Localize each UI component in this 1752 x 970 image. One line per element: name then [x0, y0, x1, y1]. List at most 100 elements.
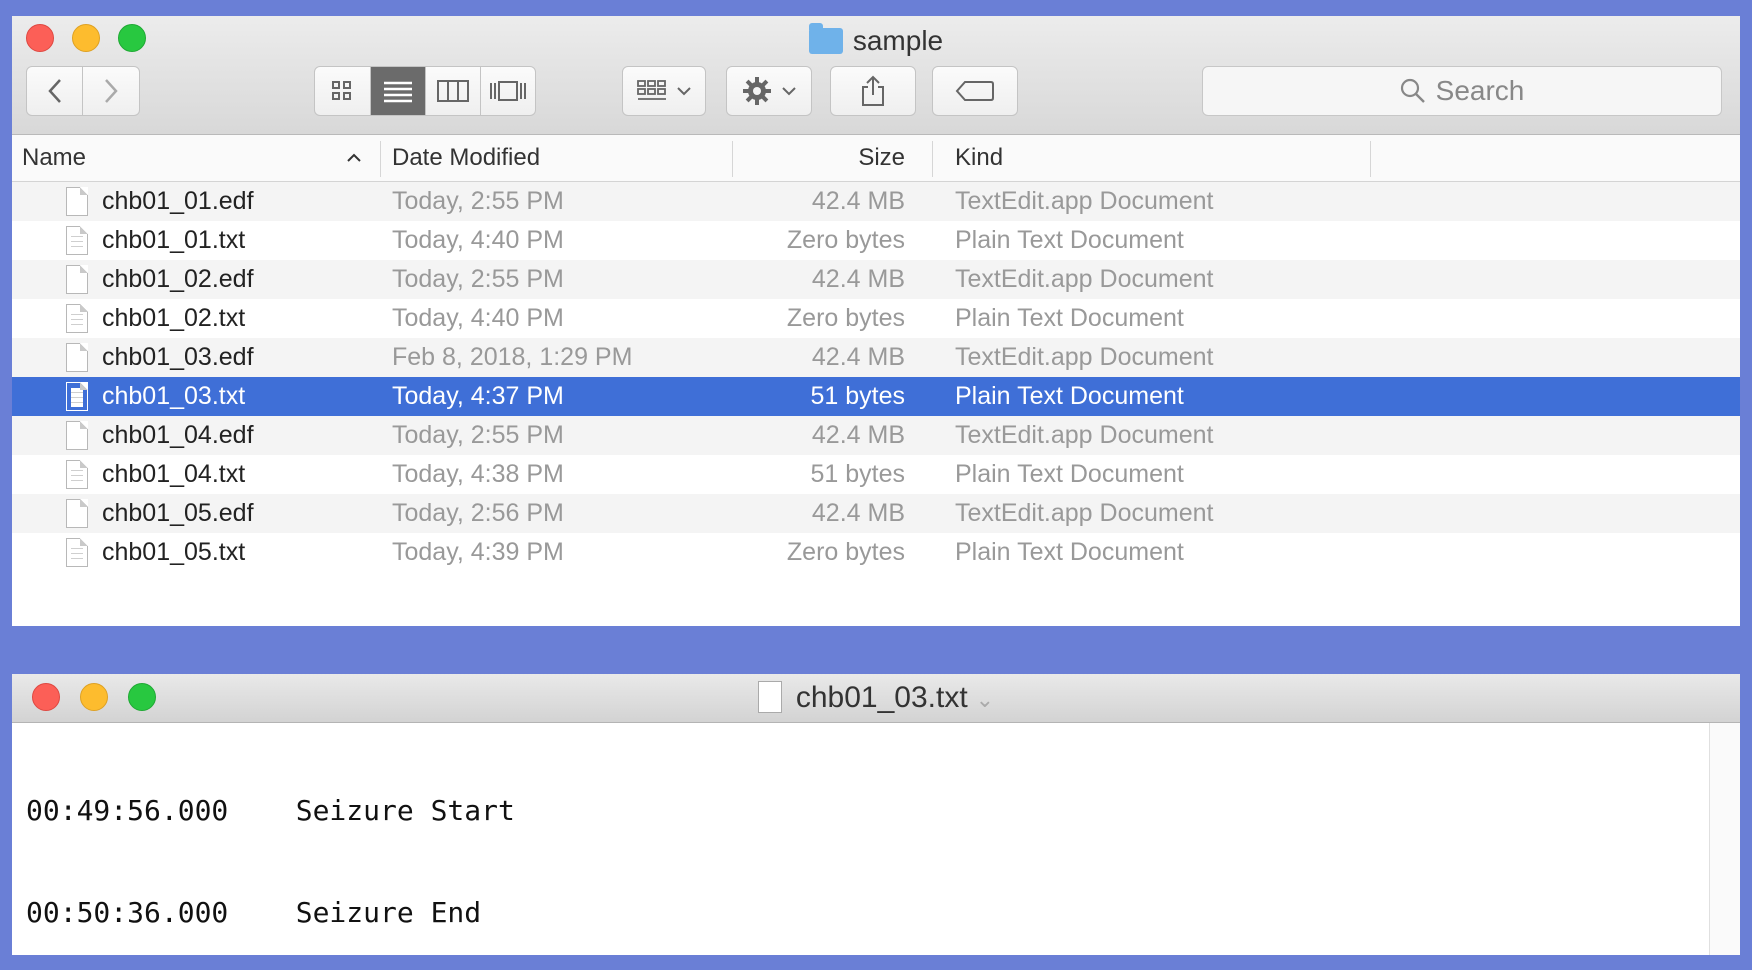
- column-kind-label: Kind: [955, 144, 1004, 171]
- file-row[interactable]: chb01_01.txt Today, 4:40 PM Zero bytes Plai…: [12, 221, 1740, 260]
- text-line: 00:50:36.000 Seizure End: [26, 896, 482, 929]
- column-header-kind[interactable]: Kind: [955, 135, 1003, 181]
- file-kind: TextEdit.app Document: [955, 499, 1214, 527]
- vertical-scrollbar[interactable]: [1709, 723, 1740, 955]
- file-row[interactable]: chb01_02.txt Today, 4:40 PM Zero bytes Plai…: [12, 299, 1740, 338]
- column-header-date[interactable]: Date Modified: [392, 135, 540, 181]
- column-date-label: Date Modified: [392, 144, 541, 171]
- date-modified: Today, 2:55 PM: [392, 265, 564, 293]
- file-kind: TextEdit.app Document: [955, 265, 1214, 293]
- file-kind: TextEdit.app Document: [955, 421, 1214, 449]
- file-kind: TextEdit.app Document: [955, 343, 1214, 371]
- file-row[interactable]: chb01_04.txt Today, 4:38 PM 51 bytes Plain …: [12, 455, 1740, 494]
- file-name: chb01_01.edf: [102, 187, 254, 215]
- window-title: sample: [12, 23, 1740, 58]
- file-icon: [66, 304, 88, 333]
- column-size-label: Size: [858, 144, 905, 171]
- column-name-label: Name: [22, 144, 87, 171]
- folder-icon: [808, 23, 843, 54]
- share-button[interactable]: [830, 66, 916, 116]
- document-name: chb01_03.txt: [795, 681, 968, 714]
- file-row[interactable]: chb01_02.edf Today, 2:55 PM 42.4 MB TextEdi…: [12, 260, 1740, 299]
- column-divider[interactable]: [1370, 141, 1371, 177]
- column-header-size[interactable]: Size: [732, 135, 905, 181]
- file-icon: [66, 343, 88, 372]
- tag-button[interactable]: [932, 66, 1018, 116]
- view-mode-switcher: [314, 66, 536, 116]
- column-view-icon: [436, 80, 469, 102]
- column-divider[interactable]: [380, 141, 381, 177]
- text-content[interactable]: 00:49:56.000 Seizure Start 00:50:36.000 …: [26, 726, 515, 955]
- file-size: 42.4 MB: [811, 421, 905, 449]
- file-row[interactable]: chb01_03.txt Today, 4:37 PM 51 bytes Plain …: [12, 377, 1740, 416]
- file-name: chb01_05.edf: [102, 499, 254, 527]
- tag-icon: [955, 81, 994, 101]
- file-row[interactable]: chb01_05.txt Today, 4:39 PM Zero bytes Plai…: [12, 533, 1740, 572]
- column-view-button[interactable]: [426, 67, 481, 115]
- icon-view-button[interactable]: [315, 67, 371, 115]
- back-button[interactable]: [27, 67, 84, 115]
- search-icon: [1400, 78, 1425, 103]
- arrange-icon: [637, 80, 666, 100]
- file-name: chb01_02.edf: [102, 265, 254, 293]
- file-size: 42.4 MB: [811, 343, 905, 371]
- list-view-button[interactable]: [370, 67, 426, 115]
- action-button[interactable]: [726, 66, 812, 116]
- finder-window: sample Search Name Date Modified Size Ki…: [12, 16, 1740, 626]
- forward-button[interactable]: [83, 67, 139, 115]
- file-row[interactable]: chb01_01.edf Today, 2:55 PM 42.4 MB TextEdi…: [12, 182, 1740, 221]
- file-row[interactable]: chb01_03.edf Feb 8, 2018, 1:29 PM 42.4 MB T…: [12, 338, 1740, 377]
- file-icon: [66, 421, 88, 450]
- file-name: chb01_04.txt: [102, 460, 246, 488]
- file-name: chb01_02.txt: [102, 304, 246, 332]
- cover-flow-icon: [489, 81, 526, 101]
- date-modified: Today, 2:55 PM: [392, 421, 564, 449]
- document-title[interactable]: chb01_03.txt ⌄: [12, 674, 1740, 724]
- back-icon: [47, 79, 61, 103]
- gear-icon: [743, 77, 771, 105]
- file-name: chb01_01.txt: [102, 226, 246, 254]
- file-kind: Plain Text Document: [955, 382, 1184, 410]
- file-kind: Plain Text Document: [955, 226, 1184, 254]
- file-icon: [66, 187, 88, 216]
- date-modified: Feb 8, 2018, 1:29 PM: [392, 343, 633, 371]
- file-size: Zero bytes: [786, 226, 905, 254]
- file-icon: [66, 382, 88, 411]
- arrange-button[interactable]: [622, 66, 706, 116]
- date-modified: Today, 4:38 PM: [392, 460, 564, 488]
- date-modified: Today, 4:40 PM: [392, 226, 564, 254]
- date-modified: Today, 2:55 PM: [392, 187, 564, 215]
- file-row[interactable]: chb01_04.edf Today, 2:55 PM 42.4 MB TextEdi…: [12, 416, 1740, 455]
- file-icon: [66, 226, 88, 255]
- column-header-name[interactable]: Name: [22, 135, 368, 181]
- file-kind: TextEdit.app Document: [955, 187, 1214, 215]
- file-row[interactable]: chb01_05.edf Today, 2:56 PM 42.4 MB TextEdi…: [12, 494, 1740, 533]
- file-icon: [66, 265, 88, 294]
- file-size: 42.4 MB: [811, 187, 905, 215]
- search-field[interactable]: Search: [1202, 66, 1722, 116]
- file-size: 42.4 MB: [811, 499, 905, 527]
- date-modified: Today, 4:37 PM: [392, 382, 564, 410]
- file-name: chb01_03.edf: [102, 343, 254, 371]
- file-size: Zero bytes: [786, 304, 905, 332]
- text-line: 00:49:56.000 Seizure Start: [26, 794, 515, 827]
- file-name: chb01_04.edf: [102, 421, 254, 449]
- chevron-down-icon: ⌄: [975, 687, 995, 712]
- file-name: chb01_03.txt: [102, 382, 246, 410]
- folder-name: sample: [852, 25, 944, 56]
- list-view-icon: [383, 81, 412, 103]
- date-modified: Today, 4:40 PM: [392, 304, 564, 332]
- column-divider[interactable]: [932, 141, 933, 177]
- date-modified: Today, 2:56 PM: [392, 499, 564, 527]
- file-icon: [66, 538, 88, 567]
- file-kind: Plain Text Document: [955, 538, 1184, 566]
- nav-buttons: [26, 66, 140, 116]
- cover-flow-button[interactable]: [481, 67, 536, 115]
- finder-toolbar: sample Search: [12, 16, 1740, 135]
- file-size: 51 bytes: [810, 460, 905, 488]
- icon-view-icon: [332, 81, 352, 100]
- file-list: chb01_01.edf Today, 2:55 PM 42.4 MB TextEdi…: [12, 182, 1740, 572]
- chevron-down-icon: [677, 87, 691, 96]
- sort-ascending-icon: [347, 153, 361, 162]
- date-modified: Today, 4:39 PM: [392, 538, 564, 566]
